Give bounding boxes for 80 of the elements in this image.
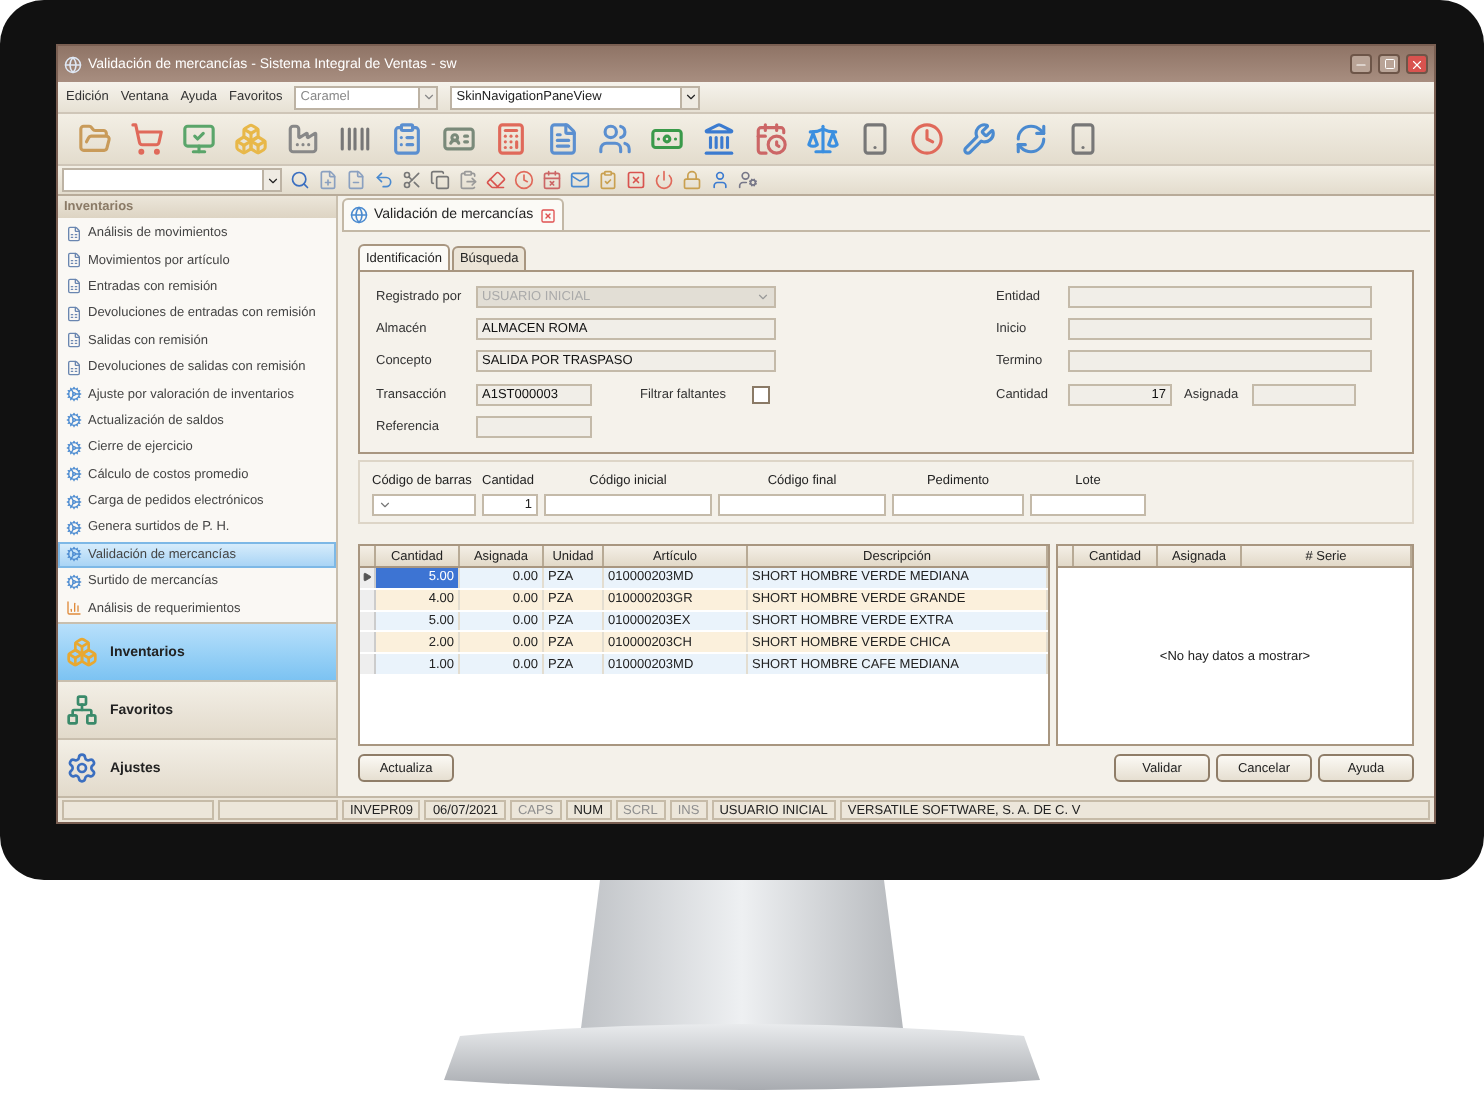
clipboard-check-icon[interactable] [598,170,618,190]
wrench-icon[interactable] [962,122,996,156]
cart-icon[interactable] [130,122,164,156]
folder-icon[interactable] [78,122,112,156]
chevron-down-icon [265,173,279,187]
gears-icon [66,573,82,590]
maximize-icon [1383,58,1395,70]
close-icon [1410,57,1424,71]
calendar-x-icon[interactable] [542,170,562,190]
file-minus-icon[interactable] [346,170,366,190]
bar-chart-icon [66,600,82,617]
gears-icon [66,386,82,403]
gears-icon [66,466,82,483]
search-icon[interactable] [290,170,310,190]
input-field[interactable] [476,416,592,439]
lock-icon[interactable] [682,170,702,190]
user-cog-icon[interactable] [738,170,758,190]
spreadsheet-icon [66,359,82,376]
checkbox[interactable] [752,385,770,404]
chevron-down-icon [421,90,436,104]
document-icon[interactable] [546,122,580,156]
calculator-icon[interactable] [494,122,528,156]
gears-icon [66,519,82,536]
spreadsheet-icon [66,332,82,349]
input-field[interactable] [1030,494,1146,516]
chevron-down-icon [756,289,770,304]
settings-icon [66,752,98,784]
chevron-down-icon [683,90,698,104]
close-icon[interactable] [539,207,556,223]
paste-icon[interactable] [458,170,478,190]
mail-icon[interactable] [570,170,590,190]
input-field[interactable] [544,494,712,516]
gears-icon [66,546,82,563]
clock-icon[interactable] [910,122,944,156]
barcode-icon[interactable] [338,122,372,156]
spreadsheet-icon [66,305,82,322]
id-card-icon[interactable] [442,122,476,156]
clock-icon[interactable] [514,170,534,190]
row-pointer-icon [362,572,372,583]
close-button[interactable] [1406,54,1428,74]
input-field[interactable] [1068,318,1372,341]
scale-icon[interactable] [806,122,840,156]
maximize-button[interactable] [1378,54,1400,74]
boxes-icon [66,636,98,668]
search-field[interactable] [62,168,282,192]
boxes-icon[interactable] [234,122,268,156]
factory-icon[interactable] [286,122,320,156]
power-icon[interactable] [654,170,674,190]
input-field[interactable] [892,494,1024,516]
app-icon [64,55,82,73]
spreadsheet-icon [66,252,82,269]
phone-icon[interactable] [1066,122,1100,156]
refresh-icon[interactable] [1014,122,1048,156]
gears-icon [66,412,82,429]
input-field[interactable] [1068,350,1372,373]
globe-icon [350,206,368,224]
input-field[interactable] [1252,383,1356,406]
phone-icon[interactable] [858,122,892,156]
users-icon[interactable] [598,122,632,156]
file-plus-icon[interactable] [318,170,338,190]
scissors-icon[interactable] [402,170,422,190]
clipboard-icon[interactable] [390,122,424,156]
minimize-button[interactable] [1350,54,1372,74]
barcode-dropdown[interactable] [372,494,476,516]
chevron-down-icon [378,498,392,512]
gears-icon [66,439,82,456]
close-square-icon[interactable] [626,170,646,190]
spreadsheet-icon [66,225,82,242]
gears-icon [66,493,82,510]
input-field[interactable] [1068,285,1372,308]
eraser-icon[interactable] [486,170,506,190]
copy-icon[interactable] [430,170,450,190]
spreadsheet-icon [66,278,82,295]
monitor-check-icon[interactable] [182,122,216,156]
undo-icon[interactable] [374,170,394,190]
user-icon[interactable] [710,170,730,190]
network-icon [66,694,98,726]
calendar-clock-icon[interactable] [754,122,788,156]
bank-icon[interactable] [702,122,736,156]
input-field[interactable] [718,494,886,516]
